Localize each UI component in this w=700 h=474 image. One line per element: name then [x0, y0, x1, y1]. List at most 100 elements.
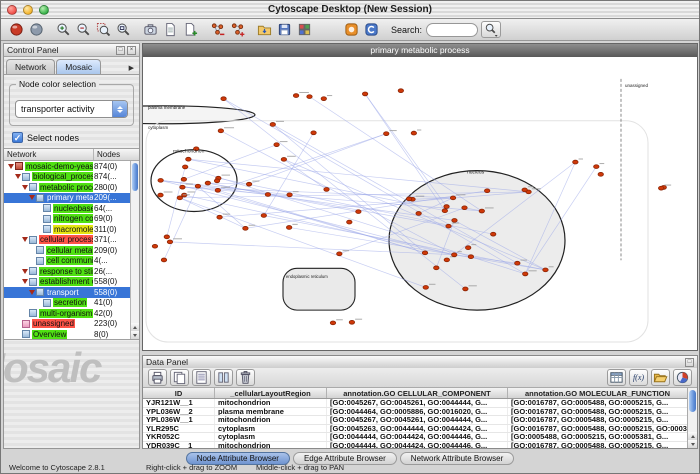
table-cell[interactable]: mitochondrion [215, 399, 327, 407]
table-cell[interactable]: [GO:0044464, GO:0005886, GO:0016020, G..… [327, 408, 508, 416]
network-node[interactable] [423, 285, 428, 289]
table-cell[interactable]: YPL036W__2 [143, 408, 215, 416]
expand-arrow-icon[interactable] [14, 174, 22, 179]
zoom-fit-button[interactable] [114, 20, 133, 39]
network-node[interactable] [484, 189, 489, 193]
network-node[interactable] [311, 131, 316, 135]
table-scrollbar[interactable] [687, 388, 697, 448]
column-header[interactable]: annotation.GO MOLECULAR_FUNCTION [508, 388, 687, 398]
network-node[interactable] [281, 157, 286, 161]
network-node[interactable] [573, 160, 578, 164]
network-node[interactable] [462, 206, 467, 210]
table-cell[interactable]: [GO:0045267, GO:0045261, GO:0044444, G..… [327, 416, 508, 424]
network-node[interactable] [446, 224, 451, 228]
table-cell[interactable]: cytoplasm [215, 425, 327, 433]
network-node[interactable] [265, 193, 270, 197]
network-node[interactable] [307, 95, 312, 99]
network-node[interactable] [444, 258, 449, 262]
network-node[interactable] [161, 258, 166, 262]
table-cell[interactable]: [GO:0045267, GO:0045261, GO:0044444, G..… [327, 399, 508, 407]
table-row[interactable]: YPL036W__2plasma membrane[GO:0044464, GO… [143, 408, 687, 417]
table-cell[interactable]: YLR295C [143, 425, 215, 433]
network-node[interactable] [522, 188, 527, 192]
tree-row[interactable]: transport558(0) [4, 287, 130, 298]
import-attributes-button[interactable] [651, 369, 670, 386]
snapshot-button[interactable] [141, 20, 160, 39]
table-cell[interactable]: [GO:0005488, GO:0005215, GO:0005381, G..… [508, 433, 687, 441]
tab-network[interactable]: Network [6, 59, 55, 74]
network-node[interactable] [594, 165, 599, 169]
tree-row[interactable]: nucleobase...64(... [4, 203, 130, 214]
network-node[interactable] [442, 209, 447, 213]
search-options-button[interactable] [481, 21, 501, 38]
table-cell[interactable]: [GO:0016787, GO:0005488, GO:0005215, G..… [508, 442, 687, 449]
table-cell[interactable]: YDR039C__1 [143, 442, 215, 449]
tree-row[interactable]: secretion41(0) [4, 298, 130, 309]
network-node[interactable] [362, 92, 367, 96]
table-row[interactable]: YJR121W__1mitochondrion[GO:0045267, GO:0… [143, 399, 687, 408]
network-node[interactable] [406, 197, 411, 201]
network-node[interactable] [182, 165, 187, 169]
network-node[interactable] [416, 212, 421, 216]
table-row[interactable]: YLR295Ccytoplasm[GO:0045263, GO:0044444,… [143, 425, 687, 434]
network-node[interactable] [218, 129, 223, 133]
expand-arrow-icon[interactable] [21, 269, 29, 274]
tree-header-nodes[interactable]: Nodes [94, 149, 139, 160]
network-node[interactable] [274, 143, 279, 147]
table-cell[interactable]: [GO:0016787, GO:0005488, GO:0005215, G..… [508, 399, 687, 407]
network-node[interactable] [452, 218, 457, 222]
table-row[interactable]: YKR052Ccytoplasm[GO:0044444, GO:0044424,… [143, 433, 687, 442]
zoom-in-button[interactable] [54, 20, 73, 39]
table-cell[interactable]: [GO:0016787, GO:0005488, GO:0005215, G..… [508, 408, 687, 416]
tree-row[interactable]: metabolic process280(0) [4, 182, 130, 193]
plugin-orange-button[interactable] [342, 20, 361, 39]
tree-row[interactable]: multi-organism pro42(0) [4, 308, 130, 319]
select-attributes-button[interactable] [192, 369, 211, 386]
scroll-down-icon[interactable] [131, 331, 139, 339]
network-node[interactable] [398, 89, 403, 93]
tree-row[interactable]: biological_process874(... [4, 172, 130, 183]
network-node[interactable] [214, 179, 219, 183]
network-node[interactable] [468, 255, 473, 259]
table-cell[interactable]: mitochondrion [215, 416, 327, 424]
network-node[interactable] [215, 188, 220, 192]
tree-scrollbar-thumb[interactable] [132, 163, 138, 191]
network-node[interactable] [356, 210, 361, 214]
network-node[interactable] [444, 205, 449, 209]
tree-scrollbar[interactable] [130, 161, 139, 339]
table-cell[interactable]: [GO:0044444, GO:0044424, GO:0044446, G..… [327, 433, 508, 441]
zoom-window-button[interactable] [39, 5, 49, 15]
delete-attribute-button[interactable] [236, 369, 255, 386]
network-node[interactable] [347, 220, 352, 224]
table-cell[interactable]: [GO:0016787, GO:0005488, GO:0005215, GO:… [508, 425, 687, 433]
network-node[interactable] [217, 215, 222, 219]
table-cell[interactable]: YKR052C [143, 433, 215, 441]
chart-button[interactable] [673, 369, 692, 386]
network-node[interactable] [337, 252, 342, 256]
network-node[interactable] [181, 177, 186, 181]
tree-row[interactable]: cellular process371(... [4, 235, 130, 246]
network-node[interactable] [221, 97, 226, 101]
table-cell[interactable]: mitochondrion [215, 442, 327, 449]
network-node[interactable] [452, 253, 457, 257]
network-node[interactable] [479, 209, 484, 213]
tree-row[interactable]: nitrogen compo69(0) [4, 214, 130, 225]
tree-row[interactable]: macromolecule.311(0) [4, 224, 130, 235]
network-node[interactable] [465, 246, 470, 250]
red-ball-button[interactable] [7, 20, 26, 39]
tab-scroll-right-button[interactable]: ▶ [126, 62, 137, 74]
expand-arrow-icon[interactable] [21, 185, 29, 190]
expand-arrow-icon[interactable] [28, 195, 36, 200]
network-node[interactable] [324, 188, 329, 192]
table-cell[interactable]: cytoplasm [215, 433, 327, 441]
table-scroll-down-icon[interactable] [688, 440, 697, 448]
table-cell[interactable]: plasma membrane [215, 408, 327, 416]
search-input[interactable] [426, 23, 478, 37]
network-edge[interactable] [264, 133, 314, 216]
printer-button[interactable] [148, 369, 167, 386]
table-cell[interactable]: [GO:0016787, GO:0005488, GO:0005215, G..… [508, 416, 687, 424]
table-button[interactable] [607, 369, 626, 386]
expand-arrow-icon[interactable] [28, 290, 36, 295]
close-panel-button[interactable]: × [127, 46, 136, 55]
network-node[interactable] [422, 251, 427, 255]
